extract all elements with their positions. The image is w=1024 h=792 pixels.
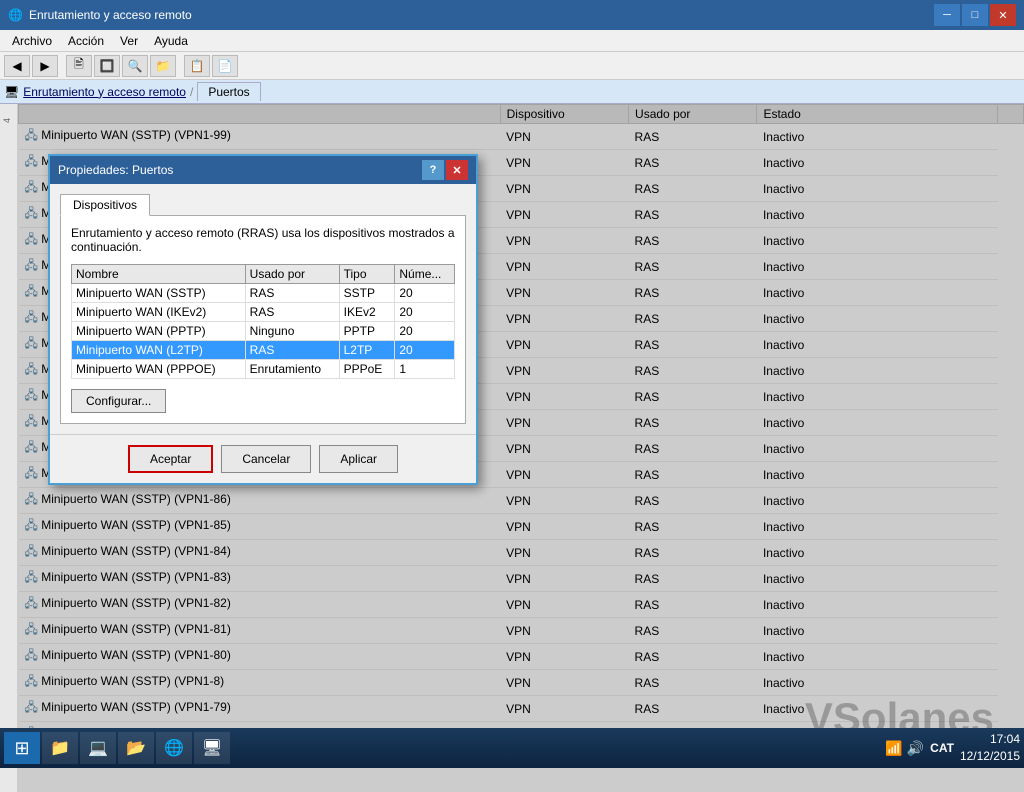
menu-accion[interactable]: Acción: [60, 32, 112, 50]
toolbar-forward[interactable]: ▶: [32, 55, 58, 77]
inner-table-row[interactable]: Minipuerto WAN (PPTP) Ninguno PPTP 20: [72, 322, 455, 341]
tab-dispositivos[interactable]: Dispositivos: [60, 194, 150, 216]
properties-dialog: Propiedades: Puertos ? ✕ Dispositivos: [48, 154, 478, 485]
tab-content: Enrutamiento y acceso remoto (RRAS) usa …: [60, 215, 466, 424]
nav-tab-puertos[interactable]: Puertos: [197, 82, 260, 101]
accept-button[interactable]: Aceptar: [128, 445, 213, 473]
language-indicator[interactable]: CAT: [930, 741, 954, 755]
taskbar-left: ⊞ 📁 💻 📂 🌐 🖥: [4, 732, 230, 764]
toolbar-search[interactable]: 🔍: [122, 55, 148, 77]
minimize-button[interactable]: ─: [934, 4, 960, 26]
menu-archivo[interactable]: Archivo: [4, 32, 60, 50]
configure-area: Configurar...: [71, 389, 455, 413]
title-bar-left: 🌐 Enrutamiento y acceso remoto: [8, 8, 192, 22]
inner-table-row[interactable]: Minipuerto WAN (IKEv2) RAS IKEv2 20: [72, 303, 455, 322]
inner-cell-nombre: Minipuerto WAN (PPPOE): [72, 360, 246, 379]
inner-cell-tipo: SSTP: [339, 284, 395, 303]
toolbar-back[interactable]: ◀: [4, 55, 30, 77]
modal-help-button[interactable]: ?: [422, 160, 444, 180]
app-icon: 🌐: [8, 8, 23, 22]
clock: 17:04 12/12/2015: [960, 731, 1020, 765]
taskbar-network[interactable]: 🌐: [156, 732, 192, 764]
menu-ver[interactable]: Ver: [112, 32, 146, 50]
menu-bar: Archivo Acción Ver Ayuda: [0, 30, 1024, 52]
nav-separator: /: [190, 85, 193, 99]
modal-footer: Aceptar Cancelar Aplicar: [50, 434, 476, 483]
inner-cell-nombre: Minipuerto WAN (L2TP): [72, 341, 246, 360]
system-tray: 📶 🔊: [885, 740, 924, 757]
inner-cell-numero: 1: [395, 360, 455, 379]
inner-cell-usado: Enrutamiento: [245, 360, 339, 379]
modal-body: Dispositivos Enrutamiento y acceso remot…: [50, 184, 476, 434]
tab-description: Enrutamiento y acceso remoto (RRAS) usa …: [71, 226, 455, 254]
inner-cell-tipo: PPTP: [339, 322, 395, 341]
inner-cell-numero: 20: [395, 341, 455, 360]
toolbar-properties[interactable]: 📋: [184, 55, 210, 77]
inner-cell-nombre: Minipuerto WAN (SSTP): [72, 284, 246, 303]
tray-volume-icon: 🔊: [907, 740, 924, 757]
taskbar-server[interactable]: 🖥: [194, 732, 230, 764]
inner-cell-numero: 20: [395, 303, 455, 322]
apply-button[interactable]: Aplicar: [319, 445, 398, 473]
taskbar: ⊞ 📁 💻 📂 🌐 🖥 📶 🔊 CAT 17:04 12/12/2015: [0, 728, 1024, 768]
time-display: 17:04: [960, 731, 1020, 748]
toolbar: ◀ ▶ 🖹 🔲 🔍 📁 📋 📄: [0, 52, 1024, 80]
inner-col-tipo: Tipo: [339, 265, 395, 284]
toolbar-folder[interactable]: 📁: [150, 55, 176, 77]
inner-cell-usado: RAS: [245, 284, 339, 303]
nav-bar: 🖥 Enrutamiento y acceso remoto / Puertos: [0, 80, 1024, 104]
modal-title-bar: Propiedades: Puertos ? ✕: [50, 156, 476, 184]
taskbar-folder2[interactable]: 📂: [118, 732, 154, 764]
date-display: 12/12/2015: [960, 748, 1020, 765]
toolbar-refresh[interactable]: 🔲: [94, 55, 120, 77]
inner-col-numero: Núme...: [395, 265, 455, 284]
maximize-button[interactable]: □: [962, 4, 988, 26]
toolbar-up[interactable]: 🖹: [66, 55, 92, 77]
inner-col-usado: Usado por: [245, 265, 339, 284]
inner-cell-tipo: PPPoE: [339, 360, 395, 379]
taskbar-terminal[interactable]: 💻: [80, 732, 116, 764]
inner-cell-tipo: L2TP: [339, 341, 395, 360]
taskbar-explorer[interactable]: 📁: [42, 732, 78, 764]
inner-cell-usado: RAS: [245, 341, 339, 360]
cancel-button[interactable]: Cancelar: [221, 445, 311, 473]
inner-cell-nombre: Minipuerto WAN (PPTP): [72, 322, 246, 341]
inner-cell-usado: Ninguno: [245, 322, 339, 341]
tray-network-icon: 📶: [885, 740, 902, 757]
inner-table-row[interactable]: Minipuerto WAN (SSTP) RAS SSTP 20: [72, 284, 455, 303]
sidebar: 4: [0, 104, 18, 792]
main-area: 4 Dispositivo Usado por Estado: [0, 104, 1024, 792]
nav-icon: 🖥: [4, 85, 19, 99]
main-content: Dispositivo Usado por Estado 🖧 Minipuert…: [18, 104, 1024, 792]
inner-col-nombre: Nombre: [72, 265, 246, 284]
inner-cell-numero: 20: [395, 322, 455, 341]
inner-cell-usado: RAS: [245, 303, 339, 322]
inner-cell-tipo: IKEv2: [339, 303, 395, 322]
title-bar: 🌐 Enrutamiento y acceso remoto ─ □ ✕: [0, 0, 1024, 30]
start-button[interactable]: ⊞: [4, 732, 40, 764]
modal-title-controls: ? ✕: [422, 160, 468, 180]
taskbar-right: 📶 🔊 CAT 17:04 12/12/2015: [885, 731, 1020, 765]
menu-ayuda[interactable]: Ayuda: [146, 32, 196, 50]
inner-table-row[interactable]: Minipuerto WAN (L2TP) RAS L2TP 20: [72, 341, 455, 360]
close-button[interactable]: ✕: [990, 4, 1016, 26]
modal-overlay: Propiedades: Puertos ? ✕ Dispositivos: [18, 104, 1024, 792]
content-body: 4 Dispositivo Usado por Estado: [0, 104, 1024, 792]
devices-table: Nombre Usado por Tipo Núme... Minipuerto…: [71, 264, 455, 379]
inner-cell-numero: 20: [395, 284, 455, 303]
modal-title: Propiedades: Puertos: [58, 163, 173, 177]
tab-header: Dispositivos: [60, 194, 466, 216]
inner-table-row[interactable]: Minipuerto WAN (PPPOE) Enrutamiento PPPo…: [72, 360, 455, 379]
inner-cell-nombre: Minipuerto WAN (IKEv2): [72, 303, 246, 322]
configure-button[interactable]: Configurar...: [71, 389, 166, 413]
toolbar-help[interactable]: 📄: [212, 55, 238, 77]
breadcrumb-root[interactable]: Enrutamiento y acceso remoto: [23, 85, 186, 99]
window-title: Enrutamiento y acceso remoto: [29, 8, 192, 22]
modal-close-button[interactable]: ✕: [446, 160, 468, 180]
title-bar-controls: ─ □ ✕: [934, 4, 1016, 26]
